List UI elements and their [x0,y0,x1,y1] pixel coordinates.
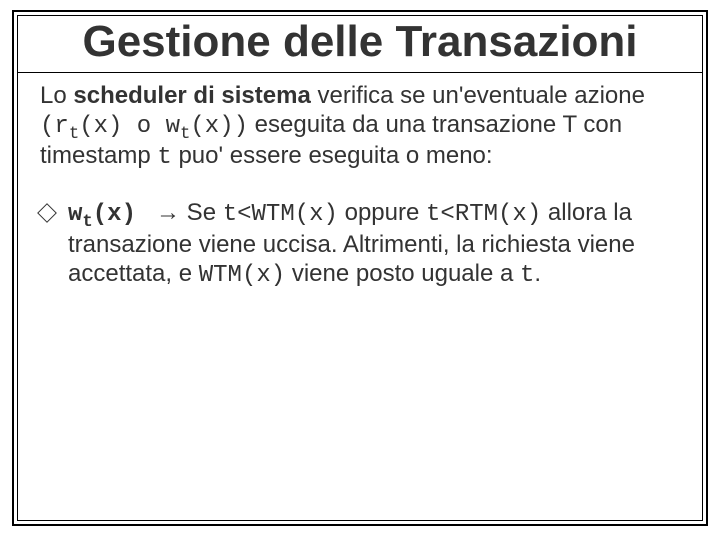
period: . [534,260,541,287]
lead-sub: t [82,213,92,232]
rest2: viene posto uguale a [285,260,520,287]
t-final: t [520,262,534,289]
slide-content: Lo scheduler di sistema verifica se un'e… [18,73,702,291]
text: Lo [40,82,73,109]
text: puo' essere eseguita o meno: [172,142,493,169]
cond1: t<WTM(x) [223,201,338,228]
oppure: oppure [338,199,426,226]
se-text: Se [180,199,223,226]
slide-inner-frame: Gestione delle Transazioni Lo scheduler … [17,15,703,521]
bullet-body: wt(x) → Se t<WTM(x) oppure t<RTM(x) allo… [68,198,680,290]
text: verifica se un'eventuale azione [311,82,645,109]
lead-tail: (x) [93,201,136,228]
spacer [136,199,156,226]
bold-scheduler: scheduler di sistema [73,82,310,109]
arrow-icon: → [156,199,180,226]
code-sub-t2: t [180,125,190,144]
code-r-open: (r [40,113,69,140]
code-mid2: (x)) [190,113,248,140]
code-mid1: (x) o w [79,113,180,140]
lead-w: w [68,201,82,228]
code-t: t [157,144,171,171]
code-sub-t1: t [69,125,79,144]
slide-outer-frame: Gestione delle Transazioni Lo scheduler … [12,10,708,526]
wtm: WTM(x) [199,262,285,289]
slide-title: Gestione delle Transazioni [18,16,702,72]
diamond-bullet-icon [37,203,57,223]
bullet-item: wt(x) → Se t<WTM(x) oppure t<RTM(x) allo… [40,198,680,290]
cond2: t<RTM(x) [426,201,541,228]
intro-paragraph: Lo scheduler di sistema verifica se un'e… [40,81,680,173]
